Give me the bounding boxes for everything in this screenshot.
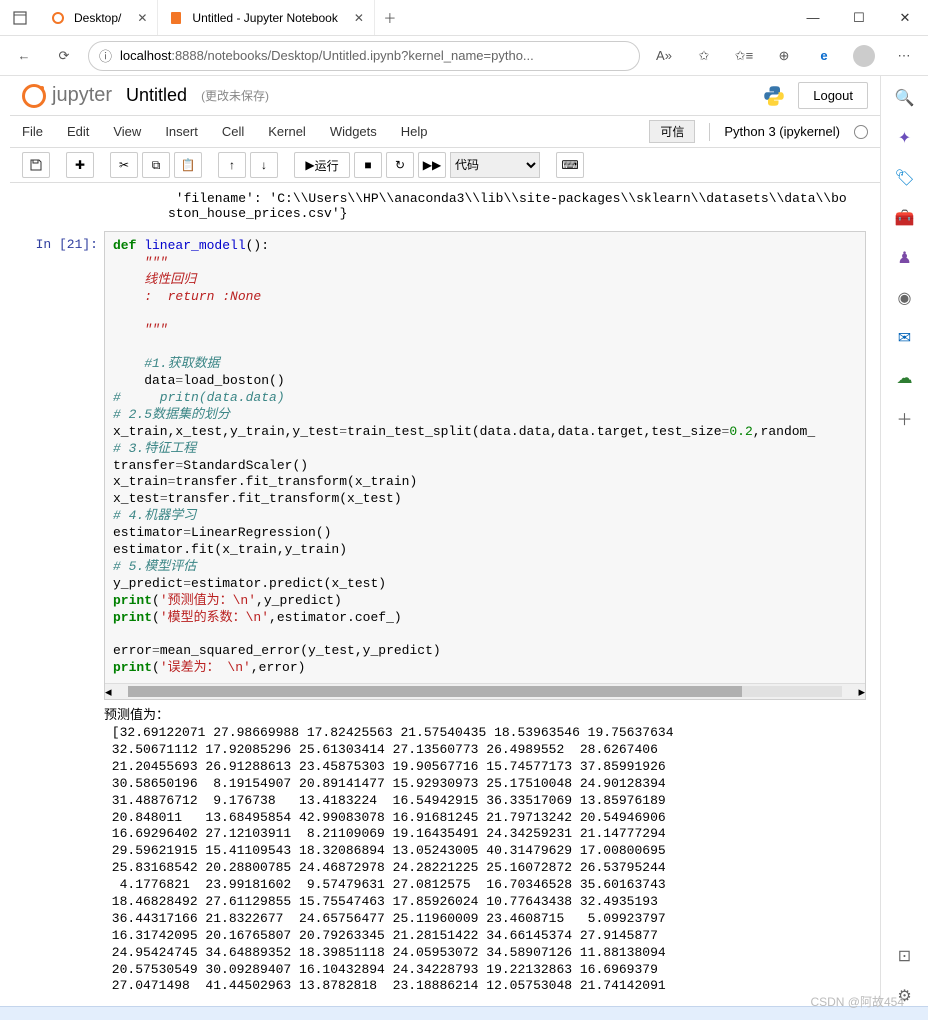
shopping-icon[interactable]: 🏷 <box>895 168 915 188</box>
window-titlebar: Desktop/ ✕ Untitled - Jupyter Notebook ✕… <box>0 0 928 36</box>
restart-run-all-button[interactable]: ▶▶ <box>418 152 446 178</box>
maximize-button[interactable]: ☐ <box>836 0 882 35</box>
menu-kernel[interactable]: Kernel <box>268 124 306 139</box>
jupyter-favicon <box>50 10 66 26</box>
site-info-icon[interactable]: ⓘ <box>99 46 112 65</box>
refresh-button[interactable]: ⟳ <box>48 40 80 72</box>
add-tool-icon[interactable]: ＋ <box>895 408 915 428</box>
jupyter-header: jupyter Untitled (更改未保存) Logout <box>10 76 880 115</box>
horizontal-scrollbar[interactable]: ◂▸ <box>105 683 865 699</box>
code-editor[interactable]: def linear_modell(): """ 线性回归 : return :… <box>105 232 865 683</box>
cell-type-select[interactable]: 代码 <box>450 152 540 178</box>
layout-icon[interactable]: ⊡ <box>895 946 915 966</box>
command-palette-button[interactable]: ⌨ <box>556 152 584 178</box>
move-down-button[interactable]: ↓ <box>250 152 278 178</box>
paste-button[interactable]: 📋 <box>174 152 202 178</box>
taskbar-sliver <box>0 1006 928 1020</box>
cell-output: 预测值为： [32.69122071 27.98669988 17.824255… <box>24 700 866 995</box>
copy-button[interactable]: ⧉ <box>142 152 170 178</box>
run-button[interactable]: ▶ 运行 <box>294 152 350 178</box>
microsoft-icon[interactable]: ◉ <box>895 288 915 308</box>
tools-icon[interactable]: 🧰 <box>895 208 915 228</box>
move-up-button[interactable]: ↑ <box>218 152 246 178</box>
search-icon[interactable]: 🔍 <box>895 88 915 108</box>
close-icon[interactable]: ✕ <box>354 11 364 25</box>
interrupt-button[interactable]: ■ <box>354 152 382 178</box>
logout-button[interactable]: Logout <box>798 82 868 109</box>
new-tab-button[interactable]: ＋ <box>375 0 405 35</box>
collections-button[interactable]: ⊕ <box>768 40 800 72</box>
page-content: jupyter Untitled (更改未保存) Logout File Edi… <box>0 76 880 1006</box>
edge-sidebar: 🔍 ✦ 🏷 🧰 ♟ ◉ ✉ ☁ ＋ ⊡ ⚙ <box>880 76 928 1006</box>
games-icon[interactable]: ♟ <box>895 248 915 268</box>
trusted-button[interactable]: 可信 <box>649 120 695 143</box>
kernel-indicator-icon <box>854 125 868 139</box>
jupyter-logo[interactable]: jupyter <box>22 84 112 108</box>
menu-widgets[interactable]: Widgets <box>330 124 377 139</box>
autosave-status: (更改未保存) <box>201 87 269 104</box>
url-path: :8888/notebooks/Desktop/Untitled.ipynb?k… <box>171 48 533 63</box>
cut-button[interactable]: ✂ <box>110 152 138 178</box>
favorite-button[interactable]: ✩ <box>688 40 720 72</box>
menu-cell[interactable]: Cell <box>222 124 244 139</box>
close-button[interactable]: ✕ <box>882 0 928 35</box>
minimize-button[interactable]: ― <box>790 0 836 35</box>
menu-help[interactable]: Help <box>401 124 428 139</box>
menu-insert[interactable]: Insert <box>165 124 198 139</box>
kernel-name[interactable]: Python 3 (ipykernel) <box>724 124 840 139</box>
restart-button[interactable]: ↻ <box>386 152 414 178</box>
python-icon <box>762 84 786 108</box>
ie-mode-icon[interactable]: e <box>808 40 840 72</box>
url-box[interactable]: ⓘ localhost:8888/notebooks/Desktop/Untit… <box>88 41 640 71</box>
notebook-area[interactable]: 'filename': 'C:\\Users\\HP\\anaconda3\\l… <box>10 183 880 995</box>
menu-view[interactable]: View <box>113 124 141 139</box>
profile-icon[interactable] <box>848 40 880 72</box>
save-button[interactable] <box>22 152 50 178</box>
cell-prompt: In [21]: <box>24 231 104 700</box>
outlook-icon[interactable]: ✉ <box>895 328 915 348</box>
more-button[interactable]: ⋯ <box>888 40 920 72</box>
browser-tab-0[interactable]: Desktop/ ✕ <box>40 0 158 35</box>
menu-edit[interactable]: Edit <box>67 124 89 139</box>
window-controls: ― ☐ ✕ <box>790 0 928 35</box>
menubar: File Edit View Insert Cell Kernel Widget… <box>10 115 880 148</box>
copilot-icon[interactable]: ✦ <box>895 128 915 148</box>
add-cell-button[interactable]: ✚ <box>66 152 94 178</box>
back-button[interactable]: ← <box>8 40 40 72</box>
jupyter-logo-icon <box>22 84 46 108</box>
watermark: CSDN @阿故454 <box>810 993 904 1010</box>
notebook-title[interactable]: Untitled <box>126 85 187 106</box>
favorites-bar-button[interactable]: ✩≡ <box>728 40 760 72</box>
onedrive-icon[interactable]: ☁ <box>895 368 915 388</box>
address-bar: ← ⟳ ⓘ localhost:8888/notebooks/Desktop/U… <box>0 36 928 76</box>
tab-strip: Desktop/ ✕ Untitled - Jupyter Notebook ✕… <box>0 0 790 35</box>
reader-mode-button[interactable]: A» <box>648 40 680 72</box>
code-cell[interactable]: In [21]: def linear_modell(): """ 线性回归 :… <box>24 231 866 700</box>
tab-title: Desktop/ <box>74 11 121 25</box>
tab-title: Untitled - Jupyter Notebook <box>192 11 337 25</box>
close-icon[interactable]: ✕ <box>137 11 147 25</box>
browser-tab-1[interactable]: Untitled - Jupyter Notebook ✕ <box>158 0 374 35</box>
tab-actions-icon[interactable] <box>0 0 40 35</box>
toolbar: ✚ ✂ ⧉ 📋 ↑ ↓ ▶ 运行 ■ ↻ ▶▶ 代码 ⌨ <box>10 148 880 183</box>
jupyter-logo-text: jupyter <box>52 84 112 107</box>
notebook-favicon <box>168 10 184 26</box>
url-host: localhost <box>120 48 171 63</box>
previous-cell-output: 'filename': 'C:\\Users\\HP\\anaconda3\\l… <box>24 189 866 231</box>
menu-file[interactable]: File <box>22 124 43 139</box>
